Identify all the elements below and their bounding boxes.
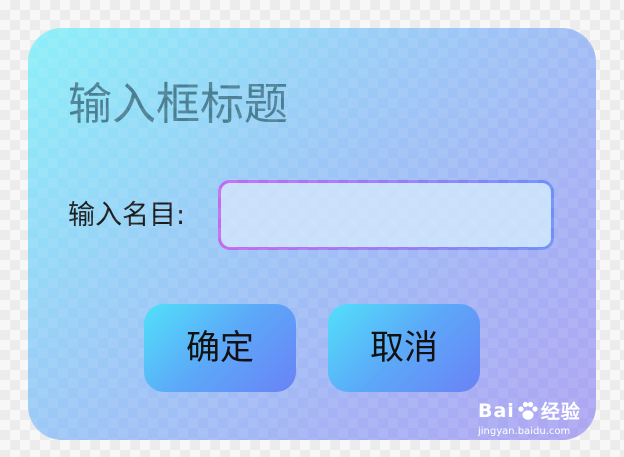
watermark-brand-left: Bai [478, 399, 515, 422]
paw-icon [518, 401, 538, 420]
watermark: Bai 经验 jingyan.baidu.com [478, 397, 581, 438]
name-input[interactable] [218, 180, 554, 250]
dialog-title: 输入框标题 [68, 79, 288, 130]
watermark-url: jingyan.baidu.com [478, 426, 571, 437]
name-label: 输入名目: [68, 200, 186, 231]
watermark-brand: Bai 经验 [478, 397, 581, 424]
input-dialog: 输入框标题 输入名目: 确定 取消 [28, 28, 596, 440]
watermark-brand-right: 经验 [540, 401, 581, 423]
confirm-button[interactable]: 确定 [144, 304, 296, 392]
cancel-button[interactable]: 取消 [328, 304, 480, 392]
